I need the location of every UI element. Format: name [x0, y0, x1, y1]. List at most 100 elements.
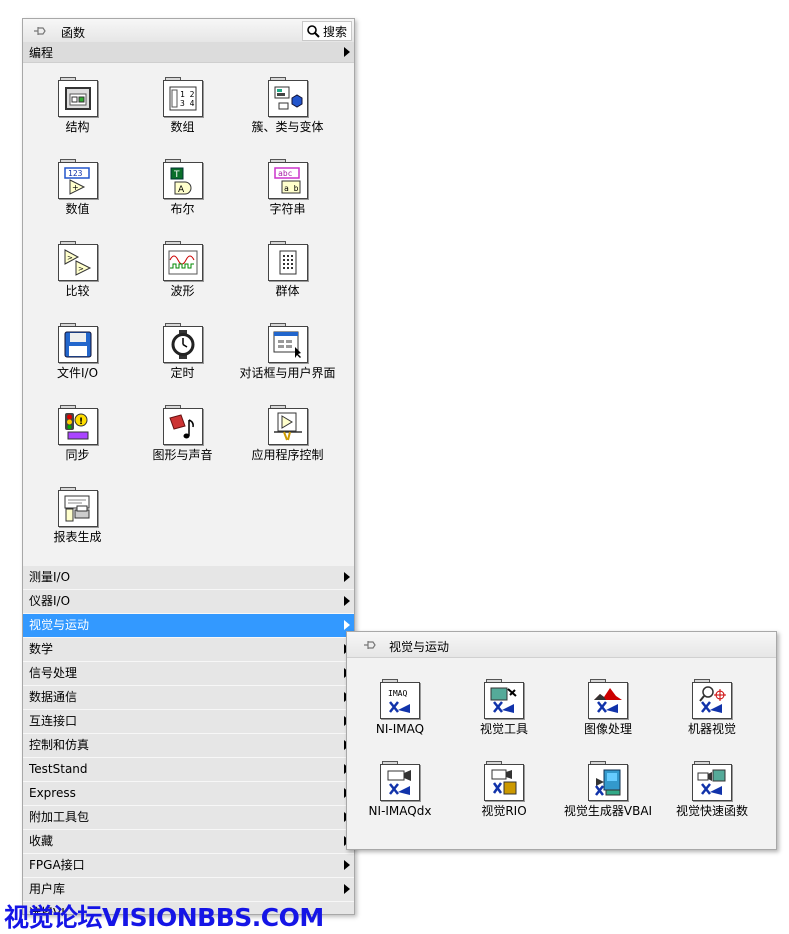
- category-label: 互连接口: [29, 714, 78, 728]
- category-express[interactable]: Express: [23, 782, 354, 806]
- palette-item-report-generation[interactable]: 报表生成: [25, 487, 130, 545]
- subpalette-titlebar: 视觉与运动: [347, 632, 776, 658]
- category-label: 附加工具包: [29, 810, 90, 824]
- boolean-icon: T A: [170, 167, 191, 195]
- subpalette-item-vision-builder[interactable]: 视觉生成器VBAI: [556, 761, 660, 819]
- category-label: 测量I/O: [29, 570, 71, 584]
- svg-text:T: T: [173, 170, 180, 180]
- vision-utilities-icon: [490, 687, 517, 713]
- category-control-simulation[interactable]: 控制和仿真: [23, 734, 354, 758]
- palette-item-label: 布尔: [170, 202, 195, 216]
- palette-item-graphics-sound[interactable]: 图形与声音: [130, 405, 235, 463]
- subpalette-item-label: 视觉工具: [479, 722, 528, 736]
- subpalette-item-ni-imaq[interactable]: IMAQ NI-IMAQ: [348, 679, 452, 737]
- category-instrument-io[interactable]: 仪器I/O: [23, 590, 354, 614]
- palette-item-label: 报表生成: [53, 530, 102, 544]
- category-favorites[interactable]: 收藏: [23, 830, 354, 854]
- palette-item-label: 结构: [65, 120, 90, 134]
- vision-builder-vbai-icon: [595, 769, 621, 796]
- functions-palette: 函数 搜索 编程 结构 1 2 3 4 数组 簇、类与变体 123 + 数值 T…: [22, 18, 355, 915]
- app-control-icon: [273, 412, 302, 441]
- palette-item-label: 比较: [65, 284, 90, 298]
- category-label: TestStand: [29, 762, 88, 776]
- palette-item-string[interactable]: abc a b 字符串: [235, 159, 340, 217]
- palette-item-cluster[interactable]: 簇、类与变体: [235, 77, 340, 135]
- palette-item-label: 图形与声音: [152, 448, 213, 462]
- palette-item-app-control[interactable]: 应用程序控制: [235, 405, 340, 463]
- machine-vision-icon: [699, 686, 726, 713]
- palette-item-label: 定时: [170, 366, 195, 380]
- palette-titlebar: 函数 搜索: [23, 19, 354, 43]
- category-list: 测量I/O 仪器I/O 视觉与运动 数学 信号处理 数据通信 互连接口 控制和仿…: [23, 566, 354, 914]
- palette-item-timing[interactable]: 定时: [130, 323, 235, 381]
- image-processing-icon: [594, 688, 622, 713]
- palette-item-label: 簇、类与变体: [251, 120, 324, 134]
- svg-text:>: >: [67, 254, 73, 262]
- palette-item-synchronization[interactable]: ! 同步: [25, 405, 130, 463]
- structures-icon: [64, 87, 91, 110]
- chevron-right-icon: [344, 620, 350, 630]
- category-teststand[interactable]: TestStand: [23, 758, 354, 782]
- subpalette-item-label: 视觉快速函数: [675, 804, 748, 818]
- search-button[interactable]: 搜索: [301, 21, 352, 41]
- category-fpga-interface[interactable]: FPGA接口: [23, 854, 354, 878]
- palette-item-numeric[interactable]: 123 + 数值: [25, 159, 130, 217]
- category-measurement-io[interactable]: 测量I/O: [23, 566, 354, 590]
- subpalette-item-image-processing[interactable]: 图像处理: [556, 679, 660, 737]
- array-icon: 1 2 3 4: [169, 86, 196, 111]
- category-data-communication[interactable]: 数据通信: [23, 686, 354, 710]
- subpalette-item-ni-imaqdx[interactable]: NI-IMAQdx: [348, 761, 452, 819]
- vision-motion-subpalette: 视觉与运动 IMAQ NI-IMAQ 视觉工具 图像处理 机器视觉 NI-IMA…: [346, 631, 777, 850]
- synchronization-icon: !: [64, 413, 88, 440]
- category-vision-motion[interactable]: 视觉与运动: [23, 614, 354, 638]
- category-header-label: 编程: [29, 46, 54, 60]
- category-connectivity[interactable]: 互连接口: [23, 710, 354, 734]
- graphics-sound-icon: [168, 414, 194, 439]
- palette-item-array[interactable]: 1 2 3 4 数组: [130, 77, 235, 135]
- palette-item-comparison[interactable]: > > 比较: [25, 241, 130, 299]
- file-io-icon: [64, 331, 91, 358]
- subpalette-item-label: 视觉RIO: [481, 804, 527, 818]
- pin-icon[interactable]: [33, 24, 47, 38]
- svg-text:!: !: [79, 417, 83, 427]
- category-mathematics[interactable]: 数学: [23, 638, 354, 662]
- pin-icon[interactable]: [363, 638, 377, 652]
- subpalette-item-vision-utilities[interactable]: 视觉工具: [452, 679, 556, 737]
- palette-item-label: 数值: [65, 202, 90, 216]
- palette-item-boolean[interactable]: T A 布尔: [130, 159, 235, 217]
- palette-item-label: 群体: [275, 284, 300, 298]
- subpalette-item-label: NI-IMAQdx: [368, 804, 432, 818]
- svg-text:+: +: [72, 183, 79, 192]
- palette-item-waveform[interactable]: 波形: [130, 241, 235, 299]
- category-signal-processing[interactable]: 信号处理: [23, 662, 354, 686]
- vision-express-icon: [697, 769, 726, 795]
- subpalette-item-vision-express[interactable]: 视觉快速函数: [660, 761, 764, 819]
- palette-item-label: 波形: [170, 284, 195, 298]
- ni-imaq-icon: IMAQ: [388, 689, 410, 713]
- search-icon: [307, 24, 320, 38]
- svg-text:IMAQ: IMAQ: [388, 689, 407, 698]
- category-addons[interactable]: 附加工具包: [23, 806, 354, 830]
- category-header-programming[interactable]: 编程: [23, 42, 354, 63]
- subpalette-item-machine-vision[interactable]: 机器视觉: [660, 679, 764, 737]
- chevron-right-icon: [344, 572, 350, 582]
- palette-item-file-io[interactable]: 文件I/O: [25, 323, 130, 381]
- svg-text:123: 123: [68, 169, 83, 178]
- category-label: 信号处理: [29, 666, 78, 680]
- dialog-ui-icon: [273, 331, 301, 358]
- chevron-right-icon: [344, 860, 350, 870]
- svg-text:3 4: 3 4: [180, 99, 195, 108]
- palette-item-label: 应用程序控制: [251, 448, 324, 462]
- subpalette-title: 视觉与运动: [389, 640, 450, 654]
- subpalette-item-vision-rio[interactable]: 视觉RIO: [452, 761, 556, 819]
- palette-item-dialog-ui[interactable]: 对话框与用户界面: [235, 323, 340, 381]
- watermark-text: 视觉论坛VISIONBBS.COM: [4, 903, 324, 932]
- subpalette-item-label: NI-IMAQ: [375, 722, 425, 736]
- palette-item-collection[interactable]: 群体: [235, 241, 340, 299]
- category-label: 控制和仿真: [29, 738, 90, 752]
- palette-item-structures[interactable]: 结构: [25, 77, 130, 135]
- chevron-right-icon: [344, 884, 350, 894]
- chevron-right-icon: [344, 596, 350, 606]
- svg-text:1 2: 1 2: [180, 90, 195, 99]
- numeric-icon: 123 +: [63, 167, 90, 195]
